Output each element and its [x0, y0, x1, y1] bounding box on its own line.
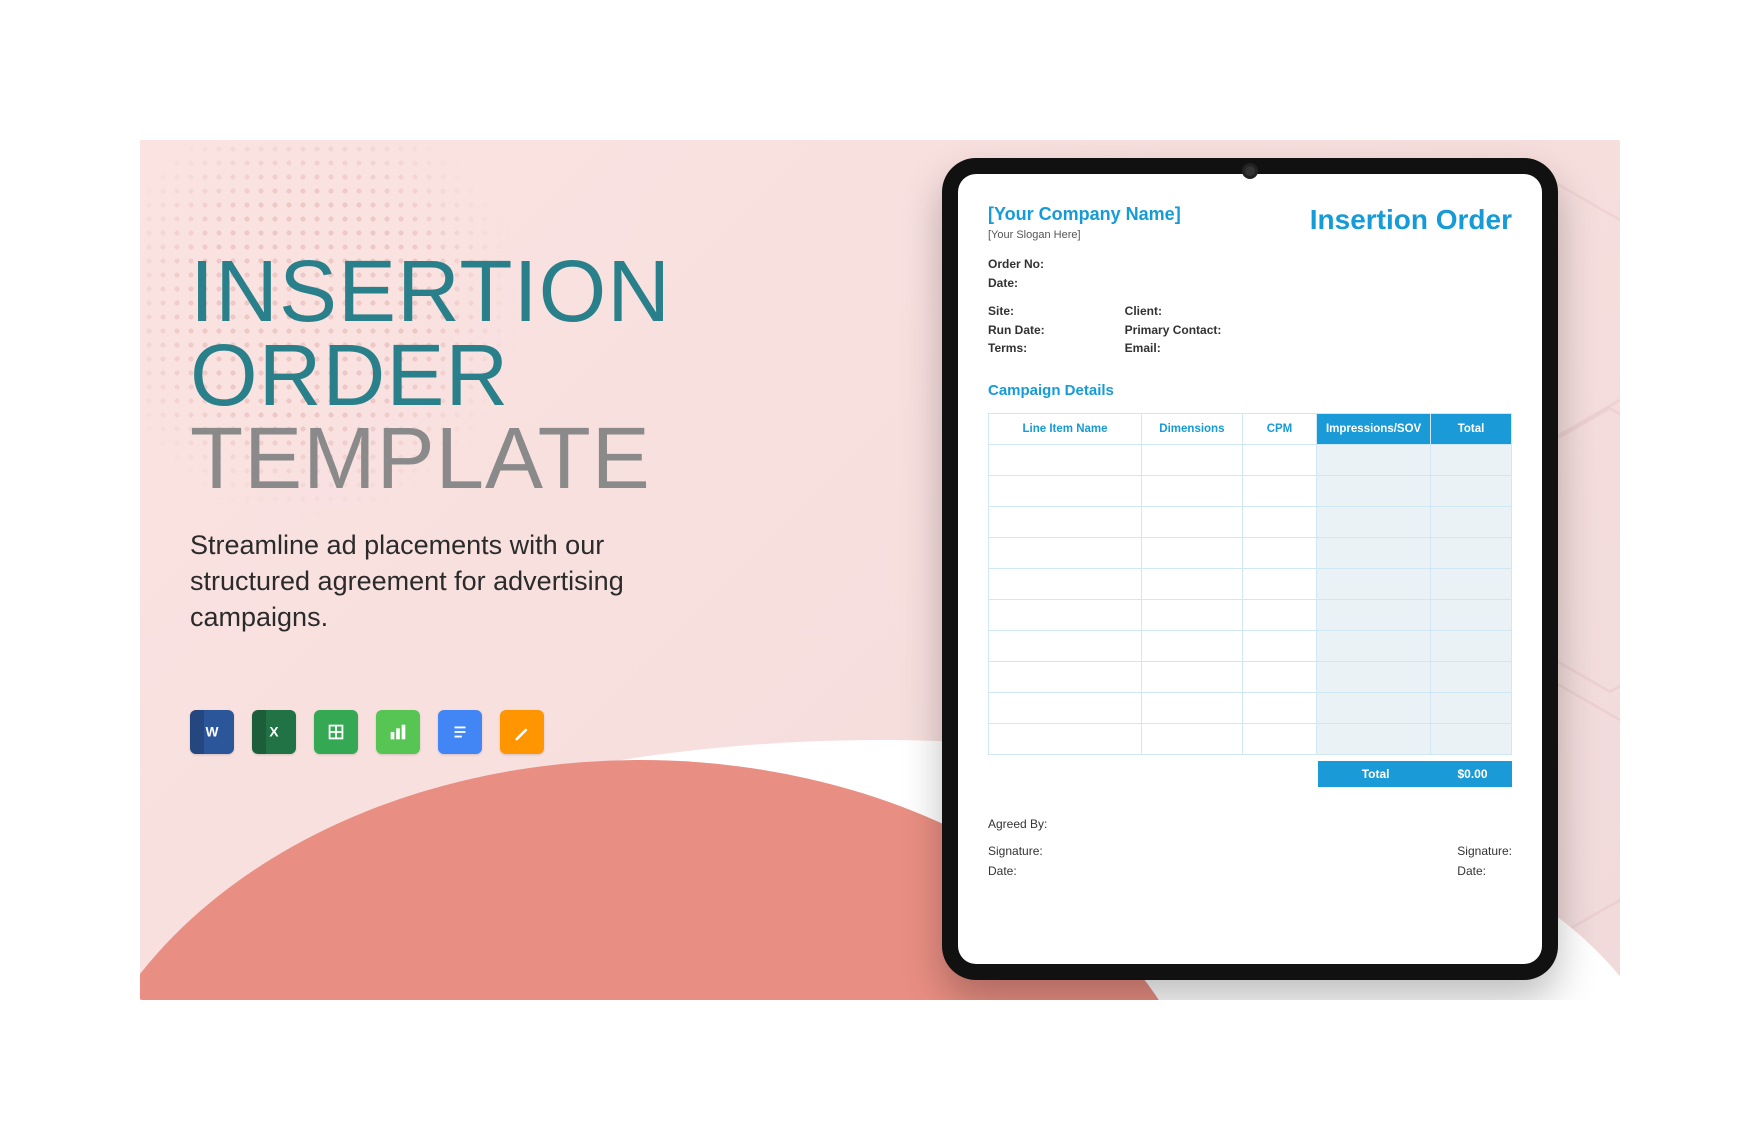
hero-title: INSERTION ORDER TEMPLATE — [190, 250, 750, 501]
hero-subtitle: Streamline ad placements with our struct… — [190, 527, 710, 636]
email-label: Email: — [1125, 339, 1222, 358]
total-row: Total $0.00 — [988, 761, 1512, 787]
table-row — [989, 600, 1511, 631]
table-row — [989, 724, 1511, 755]
signature-label: Signature: — [988, 841, 1043, 861]
apple-pages-icon[interactable] — [500, 710, 544, 754]
col-cpm: CPM — [1243, 414, 1317, 444]
table-row — [989, 538, 1511, 569]
campaign-details-heading: Campaign Details — [988, 382, 1512, 399]
signature-left: Signature: Date: — [988, 841, 1043, 882]
tablet-camera — [1245, 166, 1255, 176]
client-label: Client: — [1125, 302, 1222, 321]
promo-canvas: INSERTION ORDER TEMPLATE Streamline ad p… — [140, 140, 1620, 1000]
table-row — [989, 476, 1511, 507]
col-dimensions: Dimensions — [1142, 414, 1243, 444]
table-row — [989, 445, 1511, 476]
order-meta-block: Order No: Date: Site: Run Date: Terms: C… — [988, 255, 1512, 358]
table-row — [989, 662, 1511, 693]
col-line-item: Line Item Name — [989, 414, 1142, 444]
order-no-label: Order No: — [988, 255, 1512, 274]
total-label: Total — [1318, 761, 1433, 787]
campaign-table: Line Item Name Dimensions CPM Impression… — [988, 413, 1512, 755]
signature-date-label: Date: — [988, 861, 1043, 881]
document-title: Insertion Order — [1310, 204, 1512, 236]
excel-icon[interactable]: X — [252, 710, 296, 754]
company-name-placeholder: [Your Company Name] — [988, 204, 1181, 225]
signature-area: Agreed By: Signature: Date: Signature: D… — [988, 817, 1512, 882]
hero-title-line2: ORDER — [190, 334, 750, 418]
document-header: [Your Company Name] [Your Slogan Here] I… — [988, 204, 1512, 241]
table-row — [989, 569, 1511, 600]
site-label: Site: — [988, 302, 1045, 321]
word-icon[interactable]: W — [190, 710, 234, 754]
google-sheets-icon[interactable] — [314, 710, 358, 754]
hero-title-line3: TEMPLATE — [190, 417, 750, 501]
table-row — [989, 631, 1511, 662]
hero-title-line1: INSERTION — [190, 250, 750, 334]
hero-text: INSERTION ORDER TEMPLATE Streamline ad p… — [190, 250, 750, 636]
table-header-row: Line Item Name Dimensions CPM Impression… — [989, 414, 1511, 445]
date-label: Date: — [988, 274, 1512, 293]
run-date-label: Run Date: — [988, 321, 1045, 340]
tablet-mockup: [Your Company Name] [Your Slogan Here] I… — [942, 158, 1558, 980]
apple-numbers-icon[interactable] — [376, 710, 420, 754]
table-row — [989, 693, 1511, 724]
signature-label: Signature: — [1457, 841, 1512, 861]
google-docs-icon[interactable] — [438, 710, 482, 754]
format-icons-row: W X — [190, 710, 544, 754]
signature-date-label: Date: — [1457, 861, 1512, 881]
svg-text:X: X — [269, 725, 279, 740]
terms-label: Terms: — [988, 339, 1045, 358]
slogan-placeholder: [Your Slogan Here] — [988, 229, 1181, 241]
document-preview: [Your Company Name] [Your Slogan Here] I… — [958, 174, 1542, 964]
svg-text:W: W — [206, 725, 219, 740]
col-impressions-sov: Impressions/SOV — [1317, 414, 1431, 444]
agreed-by-label: Agreed By: — [988, 817, 1512, 831]
primary-contact-label: Primary Contact: — [1125, 321, 1222, 340]
col-total: Total — [1431, 414, 1511, 444]
total-value: $0.00 — [1433, 761, 1512, 787]
table-row — [989, 507, 1511, 538]
signature-right: Signature: Date: — [1457, 841, 1512, 882]
